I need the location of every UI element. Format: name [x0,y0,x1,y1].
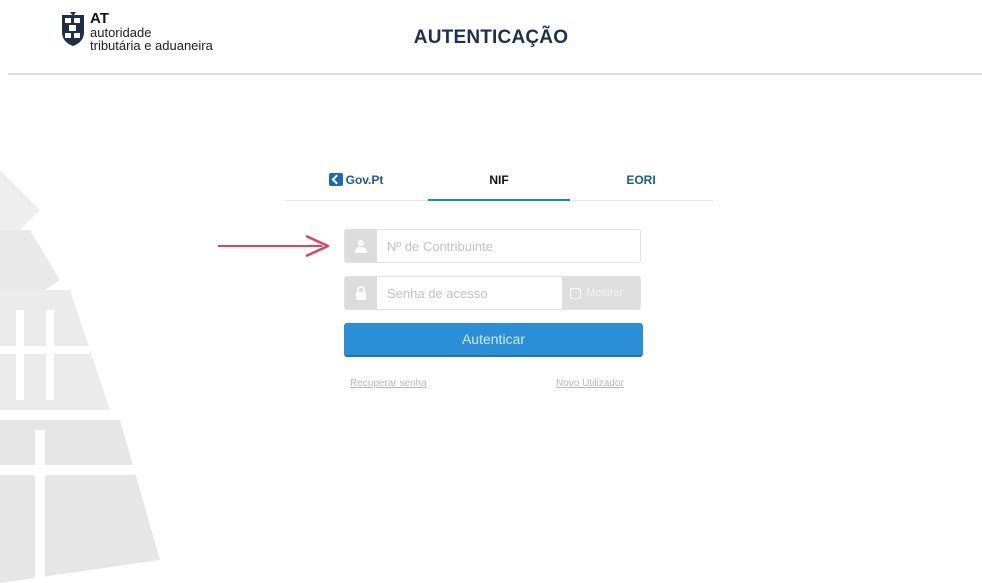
tab-nif[interactable]: NIF [428,163,570,201]
annotation-arrow-icon [218,234,330,258]
tab-eori-label: EORI [626,173,656,187]
logo-at: AT [90,10,109,27]
govpt-logo-icon [328,173,343,186]
password-field: Mostrar [344,276,641,310]
password-input[interactable] [377,277,563,309]
show-password-toggle[interactable]: Mostrar [562,277,640,309]
page-title: AUTENTICAÇÃO [413,27,569,48]
background-watermark-graphic [0,170,160,583]
new-user-link[interactable]: Novo Utilizador [556,378,624,389]
tab-govpt[interactable]: Gov.Pt [285,163,427,201]
show-password-checkbox[interactable] [570,287,581,299]
authenticate-button[interactable]: Autenticar [344,323,643,357]
nif-field [344,229,641,263]
recover-password-link[interactable]: Recuperar senha [350,378,427,389]
header-divider [8,73,982,75]
login-method-tabs: Gov.Pt NIF EORI [285,163,713,201]
lock-icon [345,277,377,309]
nif-input[interactable] [377,230,640,262]
tab-nif-label: NIF [489,173,509,187]
show-password-label: Mostrar [586,287,624,299]
header: AT autoridade tributária e aduaneira AUT… [0,0,982,75]
tab-govpt-label: Gov.Pt [345,173,384,187]
tab-eori[interactable]: EORI [570,163,712,201]
user-icon [345,230,377,262]
